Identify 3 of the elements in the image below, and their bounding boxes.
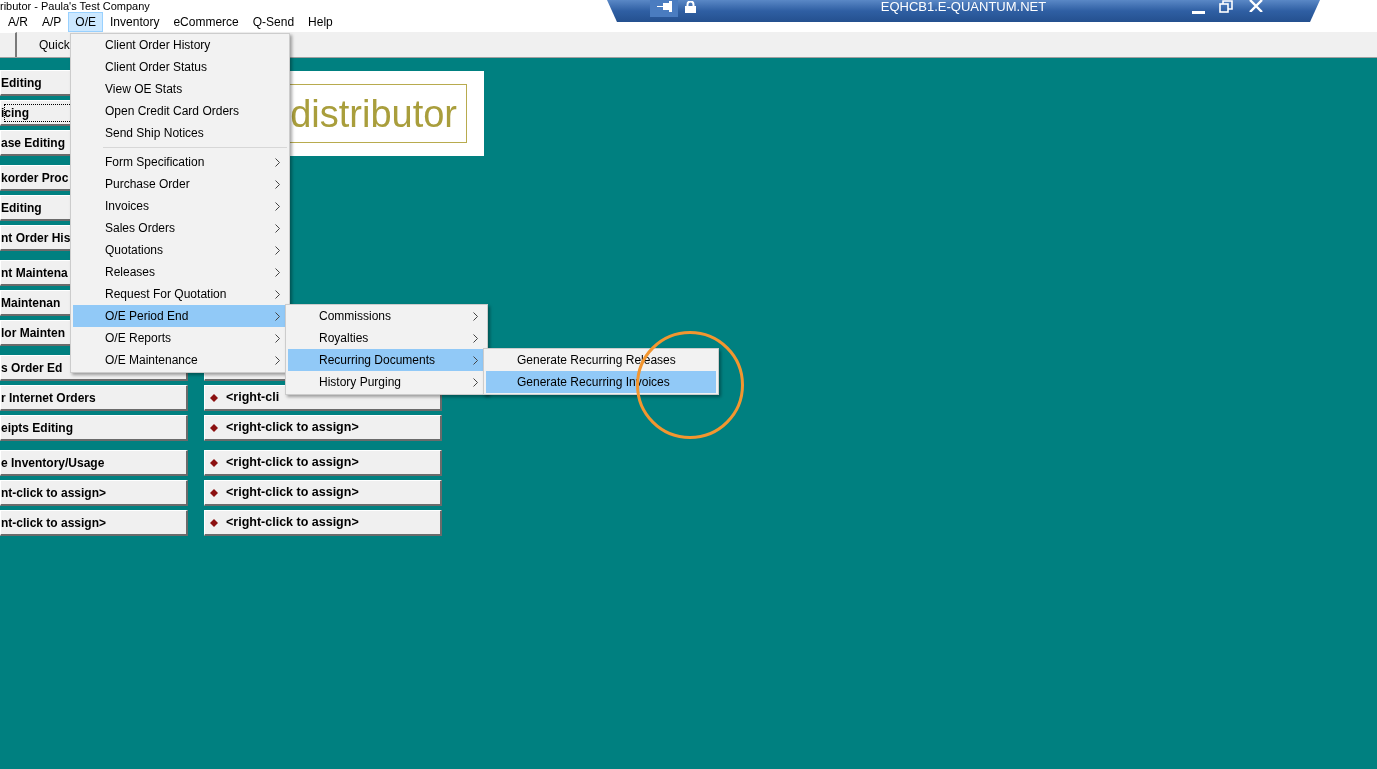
window-title: ributor - Paula's Test Company xyxy=(0,0,150,12)
logo-text: distributor xyxy=(290,93,457,134)
connection-title: EQHCB1.E-QUANTUM.NET xyxy=(879,0,1048,13)
